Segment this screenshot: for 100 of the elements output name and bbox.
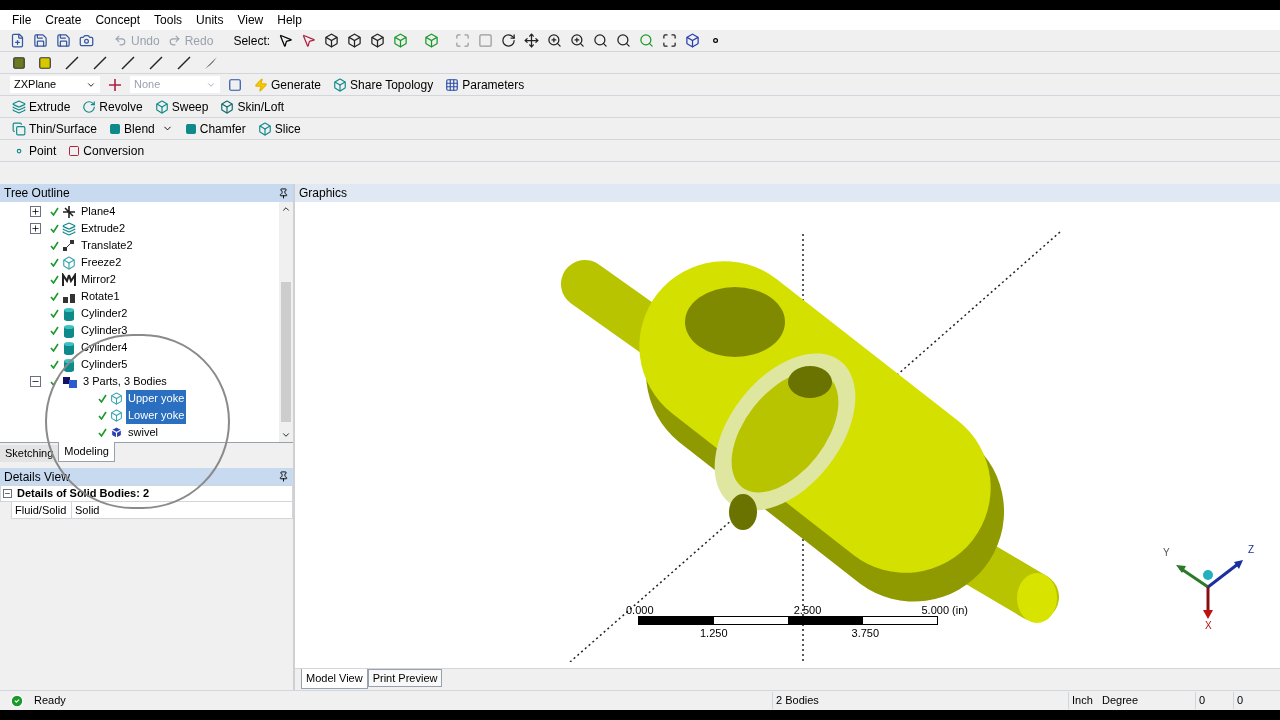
cylinder-icon [62,323,76,338]
cube-icon[interactable] [347,33,363,48]
redo-icon [167,34,181,47]
view-tool-icon[interactable] [570,33,586,48]
menu-item[interactable]: Concept [95,11,141,29]
toolbar-icon[interactable] [56,33,71,48]
toolbar-button[interactable]: Thin/Surface [12,119,98,138]
cube-icon[interactable] [370,33,386,48]
menu-item[interactable]: Tools [154,11,183,29]
axes-icon[interactable] [108,77,122,92]
line-tool-icon[interactable] [176,55,192,70]
line-tool-icon[interactable] [148,55,164,70]
cylinder-icon [62,306,76,321]
axis-triad-drawing [1176,560,1243,619]
toolbar-button[interactable]: Extrude [12,97,71,116]
plus-icon [31,207,40,216]
pin-icon[interactable] [278,471,289,482]
length-unit: Inch [1068,692,1102,709]
expand-button[interactable] [30,206,41,217]
sketch-icon[interactable] [228,77,242,92]
pointer-icon[interactable] [278,33,294,48]
menu-item[interactable]: Units [196,11,224,29]
cube-icon [62,255,76,270]
pin-icon[interactable] [278,187,289,199]
tree-item[interactable]: Cylinder5 [79,356,130,373]
cube-icon[interactable] [324,33,340,48]
tree-item[interactable]: Freeze2 [79,254,124,271]
cube-icon [110,392,123,405]
rotate-icon [82,99,97,114]
view-tool-icon[interactable] [501,33,517,48]
menu-item[interactable]: Help [277,11,302,29]
toolbar-button[interactable]: Blend [109,119,173,138]
menu-item[interactable]: File [12,11,32,29]
view-tool-icon[interactable] [524,33,540,48]
panel-tab[interactable]: Sketching [0,445,59,462]
axis-label: Z [1248,543,1255,557]
line-tool-icon[interactable] [120,55,136,70]
collapse-box[interactable] [3,489,12,498]
toolbar-button[interactable]: Sweep [154,97,209,116]
cube-icon [110,409,123,422]
toolbar-button[interactable]: Point [12,141,57,160]
tree-item[interactable]: Cylinder4 [79,339,130,356]
color-swatch-icon[interactable] [38,55,52,70]
scrollbar[interactable] [279,202,293,442]
view-tool-icon[interactable] [616,33,632,48]
square-icon [184,122,197,135]
property-name: Fluid/Solid [12,502,72,518]
view-tab[interactable]: Model View [301,669,368,689]
tree-item[interactable]: Cylinder3 [79,322,130,339]
layers-icon [12,99,26,114]
copy-icon [12,121,26,136]
toolbar-button[interactable]: Share Topology [333,75,434,94]
tree-item[interactable]: Mirror2 [79,271,118,288]
panel-title: Tree Outline [4,185,70,202]
tree-item[interactable]: 3 Parts, 3 Bodies [81,373,169,390]
cube-icon[interactable] [685,33,701,48]
selection-count: 2 Bodies [772,692,1068,709]
tree-item[interactable]: Cylinder2 [79,305,130,322]
status-message: Ready [34,693,67,709]
cylinder-icon [62,340,76,355]
square-icon [68,144,81,157]
tree-item[interactable]: Plane4 [79,203,118,220]
color-swatch-icon[interactable] [12,55,26,70]
line-tool-icon[interactable] [92,55,108,70]
toolbar-button[interactable]: Conversion [68,141,145,160]
collapse-button[interactable] [30,376,41,387]
toolbar-button[interactable]: Slice [257,119,301,138]
view-tool-icon[interactable] [547,33,563,48]
tree-item[interactable]: Rotate1 [79,288,122,305]
view-tab[interactable]: Print Preview [367,669,443,687]
scale-label: 0.000 [626,603,654,616]
tree-item[interactable]: Extrude2 [79,220,128,237]
toolbar-button[interactable]: Chamfer [184,119,246,138]
toolbar-icon[interactable] [33,33,48,48]
toolbar-button[interactable]: Revolve [82,97,143,116]
tree-item[interactable]: Translate2 [79,237,135,254]
angle-unit: Degree [1102,693,1140,709]
plane-dropdown[interactable]: ZXPlane [10,76,100,93]
scroll-down-icon[interactable] [281,430,291,440]
grid-icon [445,77,460,92]
expand-button[interactable] [30,223,41,234]
menu-item[interactable]: View [237,11,264,29]
panel-tab[interactable]: Modeling [58,442,115,462]
toolbar-button[interactable]: Parameters [445,75,525,94]
menu-item[interactable]: Create [45,11,82,29]
scale-label: 5.000 (in) [921,603,968,616]
toolbar-button[interactable]: Generate [254,75,322,94]
axis-label: X [1205,619,1212,633]
scroll-up-icon[interactable] [281,204,291,214]
toolbar-button[interactable]: Skin/Loft [220,97,285,116]
property-value[interactable]: Solid [72,502,103,518]
toolbar-icon[interactable] [79,33,94,48]
tree-item[interactable]: Upper yoke [126,390,187,407]
tree-item[interactable]: Lower yoke [126,407,187,424]
line-tool-icon[interactable] [64,55,80,70]
cube-icon [257,121,272,136]
toolbar-icon[interactable] [10,33,25,48]
tree-item[interactable]: swivel [126,424,160,441]
view-tool-icon[interactable] [593,33,609,48]
view-tool-icon[interactable] [662,33,678,48]
